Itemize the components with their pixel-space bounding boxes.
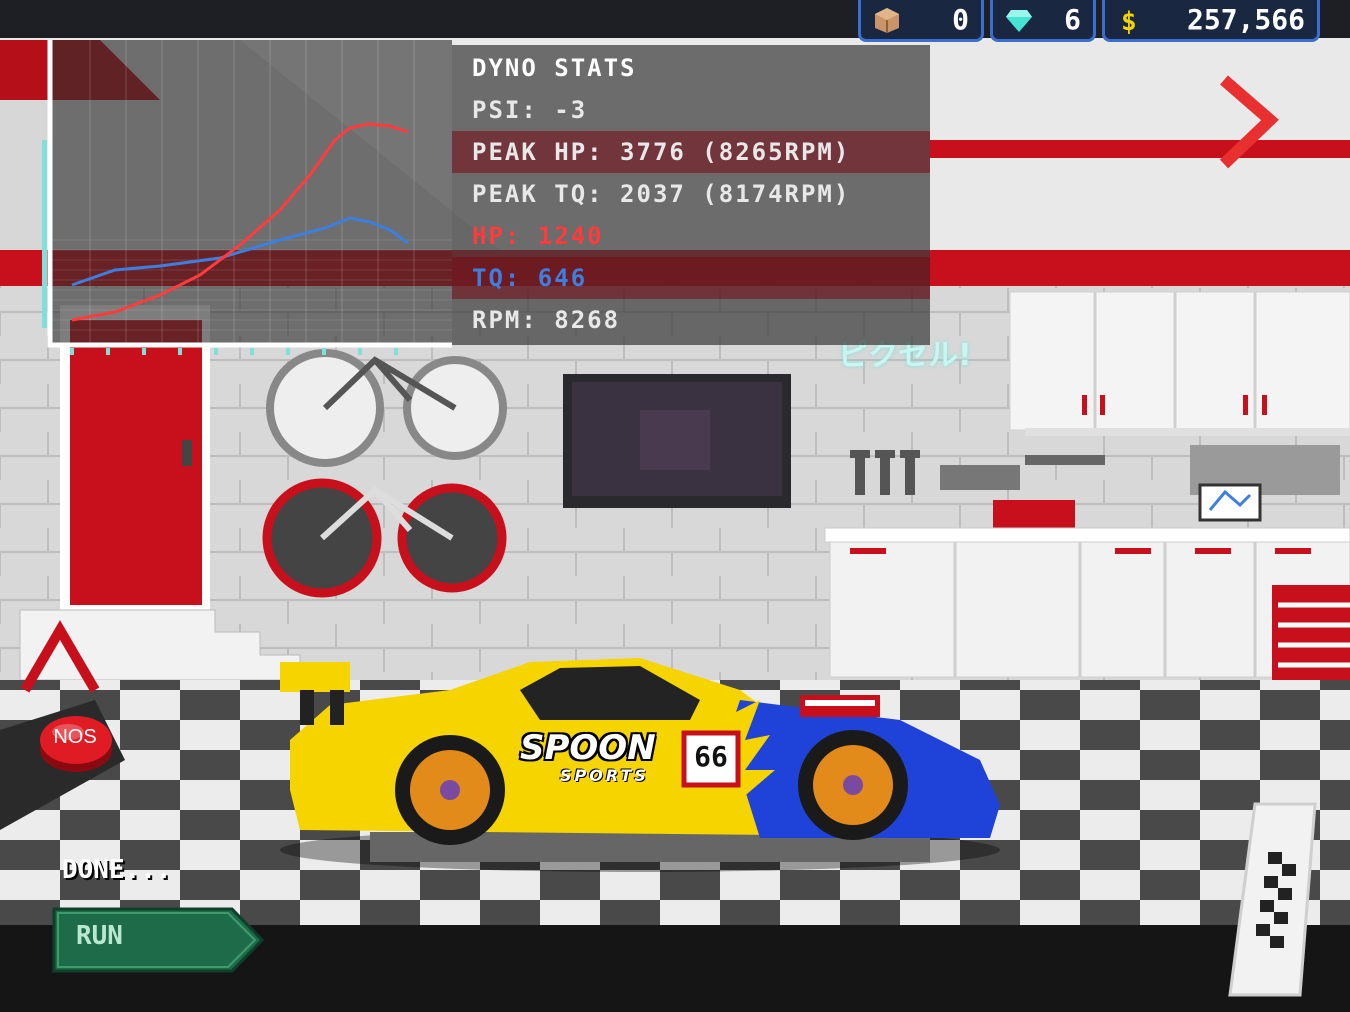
- nos-button-label: NOS: [53, 726, 97, 748]
- money-counter[interactable]: $ 257,566: [1102, 0, 1320, 42]
- car-brand-decal: SPOON: [520, 728, 656, 768]
- nos-button[interactable]: NOS: [38, 710, 116, 774]
- gem-count: 6: [1064, 3, 1081, 36]
- tq-stat: TQ: 646: [452, 257, 930, 299]
- dyno-stats-panel: DYNO STATS PSI: -3 PEAK HP: 3776 (8265RP…: [452, 45, 930, 345]
- garage-scene: SPOON SPORTS 66 ピクセル! DYNO STATS PSI: -3…: [0, 0, 1350, 1012]
- psi-stat: PSI: -3: [472, 96, 588, 124]
- run-button-label: RUN: [76, 921, 123, 951]
- car-brand-subdecal: SPORTS: [560, 766, 649, 785]
- dyno-title: DYNO STATS: [472, 54, 637, 82]
- crate-counter[interactable]: 0: [858, 0, 984, 42]
- hp-stat: HP: 1240: [472, 222, 604, 250]
- dollar-icon: $: [1121, 7, 1137, 34]
- svg-text:$: $: [1121, 7, 1137, 34]
- gem-icon: [1006, 10, 1032, 32]
- gem-counter[interactable]: 6: [990, 0, 1096, 42]
- dyno-graph: [42, 40, 452, 355]
- crate-icon: [875, 8, 899, 33]
- throttle-pedal[interactable]: [1220, 800, 1320, 1000]
- status-text: DONE...: [62, 855, 172, 885]
- next-arrow-icon[interactable]: [1212, 72, 1282, 172]
- peak-hp-stat: PEAK HP: 3776 (8265RPM): [452, 131, 930, 173]
- car-number-decal: 66: [694, 740, 728, 773]
- crate-count: 0: [952, 3, 969, 36]
- rpm-stat: RPM: 8268: [472, 306, 621, 334]
- money-count: 257,566: [1186, 3, 1305, 36]
- run-button[interactable]: RUN: [52, 907, 264, 973]
- peak-tq-stat: PEAK TQ: 2037 (8174RPM): [472, 180, 851, 208]
